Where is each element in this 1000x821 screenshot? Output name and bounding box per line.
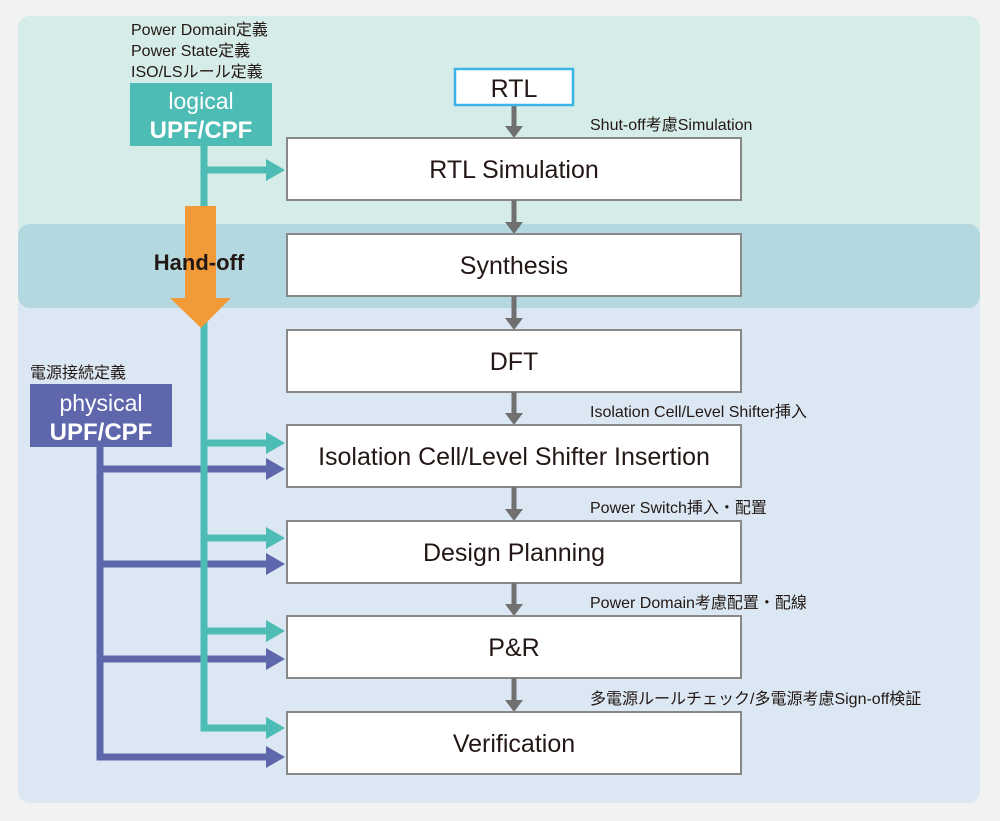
step-note: Isolation Cell/Level Shifter挿入 (590, 403, 807, 421)
step-label: Verification (453, 730, 575, 758)
physical-upf-line2: UPF/CPF (50, 419, 153, 446)
physical-upf-line1: physical (59, 390, 142, 416)
step-label: Design Planning (423, 539, 605, 567)
handoff-label: Hand-off (154, 250, 245, 275)
physical-note: 電源接続定義 (30, 364, 126, 382)
low-power-flow-diagram: RTL Simulation Shut-off考慮Simulation Synthe… (18, 16, 980, 803)
step-note: 多電源ルールチェック/多電源考慮Sign-off検証 (590, 690, 921, 708)
step-label: DFT (490, 348, 539, 376)
logical-upf-line1: logical (168, 88, 233, 114)
step-label: P&R (488, 634, 539, 662)
step-label: RTL Simulation (429, 156, 599, 184)
logical-note: Power Domain定義 (131, 21, 268, 39)
logical-note: Power State定義 (131, 42, 250, 60)
step-note: Power Domain考慮配置・配線 (590, 594, 807, 612)
step-note: Shut-off考慮Simulation (590, 116, 752, 134)
step-note: Power Switch挿入・配置 (590, 499, 767, 517)
step-label: Synthesis (460, 252, 568, 280)
logical-note: ISO/LSルール定義 (131, 63, 263, 81)
logical-upf-line2: UPF/CPF (150, 117, 253, 144)
step-label: Isolation Cell/Level Shifter Insertion (318, 443, 710, 471)
rtl-label: RTL (491, 75, 538, 103)
